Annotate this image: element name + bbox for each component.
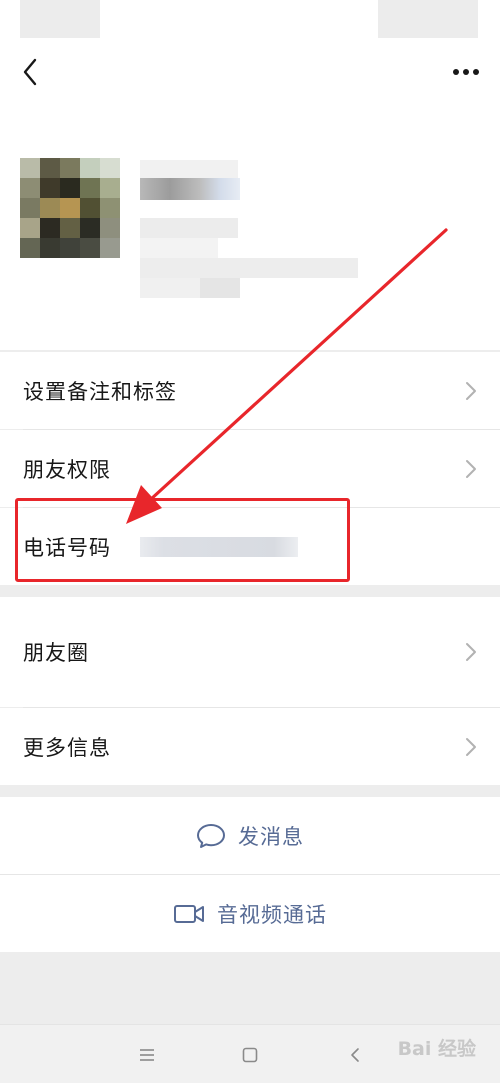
avatar[interactable] — [20, 158, 120, 258]
annotation-highlight-box — [15, 498, 350, 582]
system-menu-button[interactable] — [135, 1043, 159, 1067]
watermark: Bai 经验 — [397, 1038, 476, 1060]
chat-bubble-icon — [197, 823, 225, 848]
moments-label: 朋友圈 — [23, 641, 89, 665]
name-blur — [140, 160, 238, 178]
chevron-right-icon — [466, 643, 476, 661]
profile-header — [0, 100, 500, 350]
moments-row[interactable]: 朋友圈 — [0, 597, 500, 707]
more-info-row[interactable]: 更多信息 — [0, 708, 500, 785]
back-button[interactable] — [12, 52, 48, 92]
send-message-label: 发消息 — [238, 824, 304, 849]
remarks-tags-row[interactable]: 设置备注和标签 — [0, 352, 500, 429]
system-back-icon — [351, 1048, 359, 1062]
system-home-button[interactable] — [238, 1043, 262, 1067]
chevron-left-icon — [23, 58, 37, 86]
friend-permissions-row[interactable]: 朋友权限 — [0, 430, 500, 507]
status-bar-right-blur — [378, 0, 478, 38]
more-dots-icon — [453, 69, 479, 75]
chevron-right-icon — [466, 459, 476, 478]
remarks-tags-label: 设置备注和标签 — [23, 379, 177, 404]
system-back-button[interactable] — [343, 1043, 367, 1067]
name-blur — [140, 178, 240, 200]
video-camera-icon — [174, 904, 204, 923]
friend-permissions-label: 朋友权限 — [23, 457, 111, 482]
region-blur — [140, 258, 358, 278]
chevron-right-icon — [466, 381, 476, 400]
system-menu-icon — [140, 1049, 154, 1061]
status-bar-left-blur — [20, 0, 100, 38]
more-info-label: 更多信息 — [23, 735, 111, 760]
chevron-right-icon — [466, 737, 476, 756]
video-call-button[interactable]: 音视频通话 — [0, 875, 500, 952]
send-message-button[interactable]: 发消息 — [0, 797, 500, 874]
region-blur — [200, 278, 240, 298]
more-button[interactable] — [446, 52, 486, 92]
status-bar — [0, 0, 500, 44]
nav-bar — [0, 44, 500, 100]
system-home-icon — [242, 1047, 258, 1063]
video-call-label: 音视频通话 — [217, 902, 327, 927]
id-blur — [140, 218, 238, 238]
id-blur — [140, 238, 218, 258]
